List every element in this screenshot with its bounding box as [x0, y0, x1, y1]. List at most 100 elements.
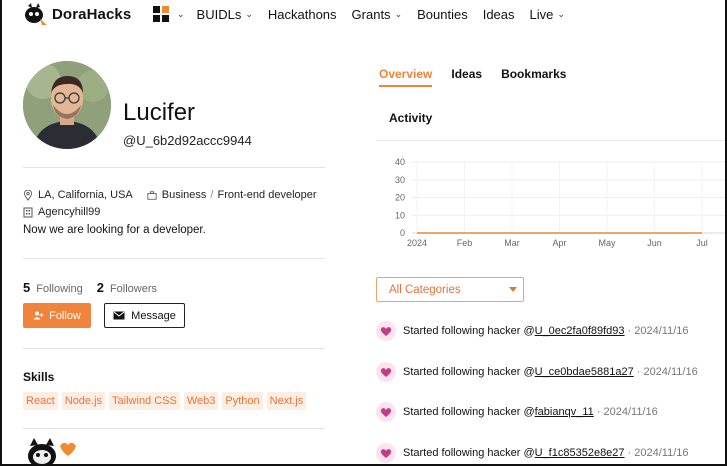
chart-x-tick-label: Apr: [552, 238, 566, 248]
brand-name: DoraHacks: [52, 5, 132, 23]
nav-grants[interactable]: Grants ⌄: [352, 7, 403, 22]
chevron-down-icon: ⌄: [557, 8, 565, 19]
feed-target-link[interactable]: U_ce0bdae5881a27: [535, 366, 634, 378]
dorahacks-logo-icon: [25, 3, 47, 25]
heart-icon: [376, 362, 396, 382]
briefcase-icon: [147, 190, 157, 200]
page-frame: DoraHacks ⌄ BUIDLs ⌄ Hackathons Grants ⌄…: [0, 0, 727, 466]
feed-date: · 2024/11/16: [636, 366, 698, 378]
activity-title: Activity: [389, 111, 433, 125]
chart-y-tick-label: 10: [395, 210, 405, 220]
feed-target-link[interactable]: U_f1c85352e8e27: [535, 447, 625, 459]
profile-location: LA, California, USA: [38, 189, 133, 201]
feed-target-link[interactable]: fabianqv_11: [535, 406, 594, 418]
heart-icon: [376, 402, 396, 422]
mail-icon: [113, 311, 125, 320]
building-icon: [23, 207, 33, 217]
brand[interactable]: DoraHacks: [22, 2, 131, 26]
skills-list: React Node.js Tailwind CSS Web3 Python N…: [23, 392, 310, 410]
profile-bio: Now we are looking for a developer.: [23, 224, 206, 236]
profile-work-type: Business: [161, 189, 207, 201]
chart-y-tick-label: 30: [395, 175, 405, 185]
tab-ideas[interactable]: Ideas: [451, 67, 482, 87]
nav-label: Ideas: [482, 6, 515, 22]
chart-x-tick-label: 2024: [407, 238, 427, 248]
divider: [23, 428, 325, 429]
chevron-down-icon: ⌄: [177, 8, 185, 19]
add-user-icon: [33, 311, 44, 320]
category-select-value: All Categories: [389, 283, 461, 296]
following-label[interactable]: Following: [36, 283, 82, 295]
heart-icon: [376, 443, 396, 463]
feed-target-link[interactable]: U_0ec2fa0f89fd93: [535, 325, 625, 337]
chart-x-tick-label: Jul: [696, 238, 708, 248]
category-select[interactable]: All Categories: [376, 277, 524, 302]
chevron-down-icon: ⌄: [394, 8, 403, 19]
mascot-icon: [28, 438, 76, 464]
profile-org-row: Agencyhill99: [23, 206, 100, 218]
activity-chart-svg: 0 10 20 30 40 2024 Feb Mar Apr May Jun Jul: [395, 157, 725, 248]
avatar-photo: [23, 61, 111, 149]
nav-bounties[interactable]: Bounties: [417, 7, 468, 22]
nav-label: Hackathons: [267, 6, 337, 22]
location-pin-icon: [23, 189, 33, 201]
profile-org: Agencyhill99: [38, 206, 101, 218]
message-label: Message: [131, 309, 176, 322]
nav-label: Bounties: [417, 6, 468, 22]
nav-hackathons[interactable]: Hackathons: [268, 7, 337, 22]
meta-separator: /: [210, 189, 214, 201]
followers-count[interactable]: 2: [97, 280, 104, 295]
feed-text: Started following hacker @: [403, 447, 535, 459]
nav-label: Grants: [351, 6, 391, 22]
nav-buidls[interactable]: BUIDLs ⌄: [197, 7, 253, 22]
skill-tag: Python: [222, 392, 263, 410]
feed-text: Started following hacker @: [403, 366, 535, 378]
profile-tabs: Overview Ideas Bookmarks: [379, 67, 585, 87]
feed-item: Started following hacker @ fabianqv_11 · 2…: [376, 402, 658, 422]
skills-title: Skills: [23, 370, 55, 384]
chart-y-tick-label: 0: [400, 228, 405, 238]
tab-bookmarks[interactable]: Bookmarks: [501, 67, 566, 87]
profile-name: Lucifer: [123, 99, 196, 126]
profile-role: Front-end developer: [217, 189, 317, 201]
chart-x-tick-label: Jun: [647, 238, 662, 248]
following-count[interactable]: 5: [23, 280, 30, 295]
divider: [23, 167, 325, 168]
feed-date: · 2024/11/16: [596, 406, 658, 418]
feed-date: · 2024/11/16: [627, 447, 689, 459]
nav-live[interactable]: Live ⌄: [530, 7, 565, 22]
nav-label: Live: [529, 6, 554, 22]
feed-item: Started following hacker @ U_0ec2fa0f89fd…: [376, 321, 689, 341]
apps-menu[interactable]: ⌄: [153, 6, 185, 22]
chart-x-tick-label: Mar: [504, 238, 520, 248]
chart-x-tick-label: Feb: [457, 238, 473, 248]
chart-x-tick-label: May: [598, 238, 616, 248]
nav-ideas[interactable]: Ideas: [483, 7, 515, 22]
chart-y-tick-label: 20: [395, 193, 405, 203]
chevron-down-icon: ⌄: [245, 8, 253, 19]
skill-tag: Node.js: [61, 392, 106, 410]
skill-tag: Web3: [183, 392, 219, 410]
feed-text: Started following hacker @: [403, 406, 535, 418]
feed-date: · 2024/11/16: [627, 325, 689, 337]
top-nav: DoraHacks ⌄ BUIDLs ⌄ Hackathons Grants ⌄…: [2, 0, 725, 30]
skill-tag: Next.js: [266, 392, 307, 410]
chart-y-tick-label: 40: [395, 157, 405, 167]
profile-meta-row: LA, California, USA Business / Front-end…: [23, 189, 317, 201]
skill-tag: React: [23, 392, 58, 410]
tab-overview[interactable]: Overview: [379, 67, 433, 87]
profile-handle: @U_6b2d92accc9944: [123, 133, 252, 148]
feed-item: Started following hacker @ U_f1c85352e8e2…: [376, 443, 689, 463]
followers-label[interactable]: Followers: [110, 283, 157, 295]
follow-label: Follow: [49, 309, 81, 322]
avatar: [23, 61, 111, 149]
activity-chart: 0 10 20 30 40 2024 Feb Mar Apr May Jun Jul: [376, 140, 725, 258]
divider: [23, 258, 325, 259]
feed-item: Started following hacker @ U_ce0bdae5881a…: [376, 362, 698, 382]
nav-label: BUIDLs: [196, 6, 242, 22]
message-button[interactable]: Message: [104, 303, 185, 328]
follow-button[interactable]: Follow: [23, 303, 91, 328]
skill-tag: Tailwind CSS: [109, 392, 180, 410]
apps-grid-icon: [153, 6, 169, 22]
follow-stats: 5 Following 2 Followers: [23, 280, 171, 295]
